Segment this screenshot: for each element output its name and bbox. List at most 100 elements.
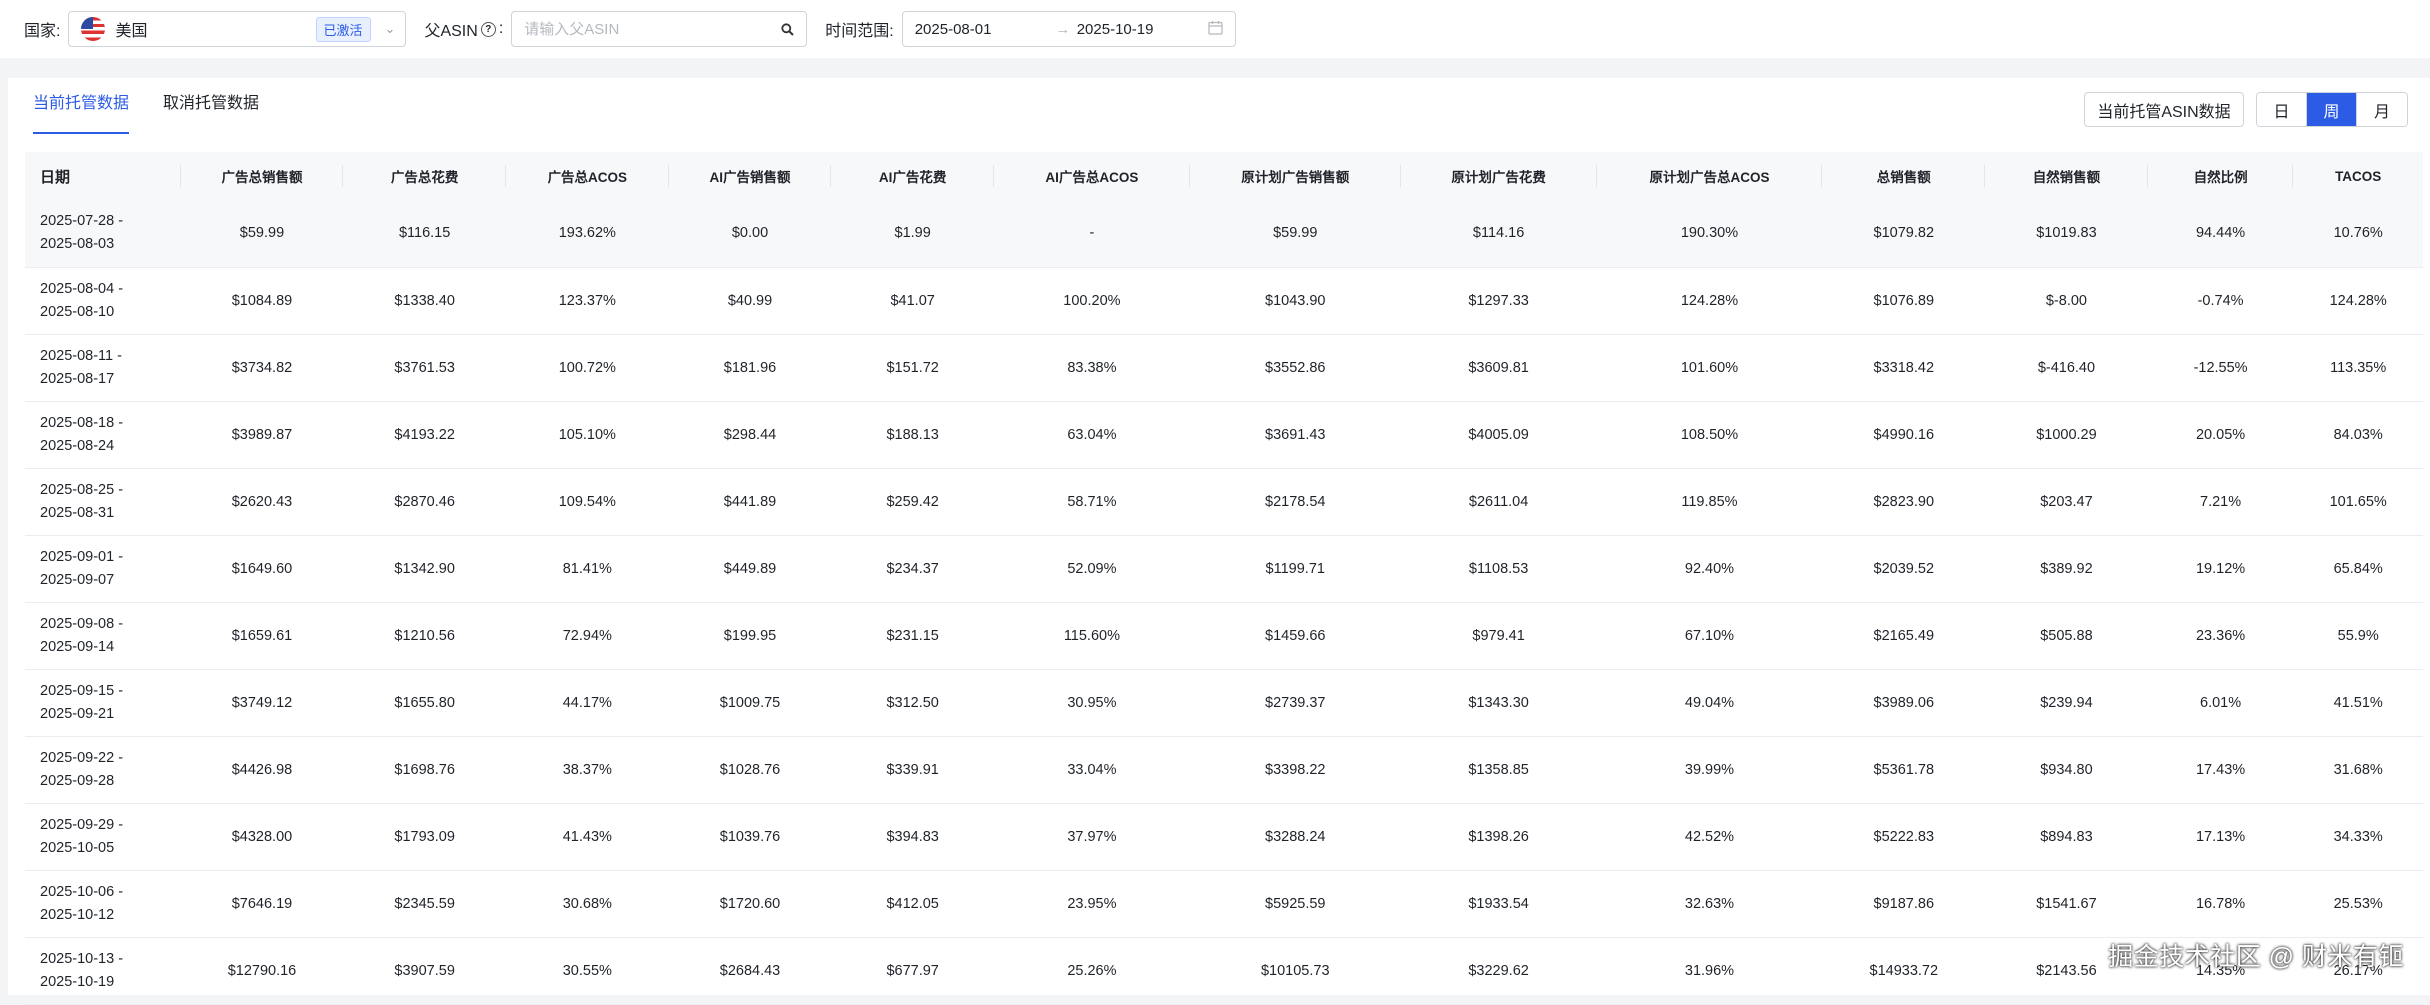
table-row: 2025-08-18 - 2025-08-24 $3989.87 $4193.22 1… bbox=[25, 401, 2423, 469]
table-cell: 23.36% bbox=[2147, 602, 2294, 670]
country-select[interactable]: 美国 已激活 ⌄ bbox=[68, 11, 407, 47]
table-cell: $505.88 bbox=[1985, 602, 2148, 670]
tab-current-managed[interactable]: 当前托管数据 bbox=[33, 78, 130, 134]
table-cell: $3761.53 bbox=[343, 334, 506, 402]
table-cell: $1039.76 bbox=[668, 803, 832, 871]
date-end[interactable]: 2025-10-19 bbox=[1077, 21, 1208, 38]
tab-cancelled-managed[interactable]: 取消托管数据 bbox=[163, 78, 259, 134]
table-cell: 190.30% bbox=[1596, 200, 1823, 268]
parent-asin-label: 父ASIN ? : bbox=[424, 17, 503, 41]
table-cell: $114.16 bbox=[1400, 200, 1597, 268]
table-cell: 16.78% bbox=[2147, 870, 2294, 938]
table-cell: 41.51% bbox=[2293, 669, 2423, 737]
date-cell: 2025-08-25 - 2025-08-31 bbox=[25, 468, 181, 536]
table-cell: $1655.80 bbox=[343, 669, 506, 737]
table-cell: $1210.56 bbox=[343, 602, 506, 670]
table-cell: 32.63% bbox=[1596, 870, 1823, 938]
table-cell: $979.41 bbox=[1400, 602, 1597, 670]
table-cell: $3691.43 bbox=[1189, 401, 1401, 469]
table-cell: $4328.00 bbox=[180, 803, 344, 871]
table-cell: 81.41% bbox=[505, 535, 669, 603]
date-cell: 2025-09-29 - 2025-10-05 bbox=[25, 803, 181, 871]
date-start[interactable]: 2025-08-01 bbox=[915, 21, 1049, 38]
table-cell: - bbox=[994, 200, 1190, 268]
table-cell: $894.83 bbox=[1985, 803, 2148, 871]
table-cell: 108.50% bbox=[1596, 401, 1823, 469]
current-asin-data-button[interactable]: 当前托管ASIN数据 bbox=[2084, 92, 2244, 127]
table-cell: 63.04% bbox=[994, 401, 1190, 469]
parent-asin-input[interactable] bbox=[524, 20, 782, 38]
table-cell: $3989.87 bbox=[180, 401, 344, 469]
column-header: 广告总花费 bbox=[343, 152, 506, 200]
table-cell: $1000.29 bbox=[1985, 401, 2148, 469]
table-cell: 23.95% bbox=[994, 870, 1190, 938]
period-month-button[interactable]: 月 bbox=[2357, 93, 2407, 126]
table-cell: $199.95 bbox=[668, 602, 832, 670]
table-cell: 72.94% bbox=[505, 602, 669, 670]
table-cell: $151.72 bbox=[831, 334, 994, 402]
table-cell: $1659.61 bbox=[180, 602, 344, 670]
date-cell: 2025-09-08 - 2025-09-14 bbox=[25, 602, 181, 670]
table-cell: 10.76% bbox=[2293, 200, 2423, 268]
table-cell: 41.43% bbox=[505, 803, 669, 871]
date-range-label: 时间范围: bbox=[825, 23, 894, 40]
table-row: 2025-09-15 - 2025-09-21 $3749.12 $1655.80 4… bbox=[25, 669, 2423, 737]
table-cell: -0.74% bbox=[2147, 267, 2294, 335]
table-cell: 123.37% bbox=[505, 267, 669, 335]
table-cell: $59.99 bbox=[1189, 200, 1401, 268]
period-week-button[interactable]: 周 bbox=[2307, 93, 2357, 126]
date-cell: 2025-09-01 - 2025-09-07 bbox=[25, 535, 181, 603]
search-icon[interactable] bbox=[781, 22, 794, 36]
table-cell: $1019.83 bbox=[1985, 200, 2148, 268]
date-range-picker[interactable]: 2025-08-01 → 2025-10-19 bbox=[901, 11, 1236, 47]
arrow-right-icon: → bbox=[1055, 20, 1071, 38]
table-cell: $1076.89 bbox=[1822, 267, 1986, 335]
table-cell: $1009.75 bbox=[668, 669, 832, 737]
table-cell: 33.04% bbox=[994, 736, 1190, 804]
table-cell: 17.43% bbox=[2147, 736, 2294, 804]
table-cell: $2870.46 bbox=[343, 468, 506, 536]
table-cell: $3398.22 bbox=[1189, 736, 1401, 804]
table-cell: $1.99 bbox=[831, 200, 994, 268]
table-cell: $1108.53 bbox=[1400, 535, 1597, 603]
table-cell: $0.00 bbox=[668, 200, 832, 268]
table-cell: 193.62% bbox=[505, 200, 669, 268]
help-icon[interactable]: ? bbox=[480, 21, 496, 37]
table-cell: $441.89 bbox=[668, 468, 832, 536]
date-cell: 2025-07-28 - 2025-08-03 bbox=[25, 200, 181, 268]
table-cell: $389.92 bbox=[1985, 535, 2148, 603]
country-value: 美国 bbox=[115, 23, 148, 40]
table-cell: $1698.76 bbox=[343, 736, 506, 804]
table-cell: 101.65% bbox=[2293, 468, 2423, 536]
table-cell: $1028.76 bbox=[668, 736, 832, 804]
table-cell: $9187.86 bbox=[1822, 870, 1986, 938]
column-header: 自然比例 bbox=[2147, 152, 2294, 200]
table-cell: 119.85% bbox=[1596, 468, 1823, 536]
table-cell: 17.13% bbox=[2147, 803, 2294, 871]
table-cell: 115.60% bbox=[994, 602, 1190, 670]
table-cell: $1459.66 bbox=[1189, 602, 1401, 670]
column-header: AI广告销售额 bbox=[668, 152, 832, 200]
table-cell: $4426.98 bbox=[180, 736, 344, 804]
table-cell: $2823.90 bbox=[1822, 468, 1986, 536]
table-cell: 94.44% bbox=[2147, 200, 2294, 268]
table-cell: $1043.90 bbox=[1189, 267, 1401, 335]
table-cell: $2178.54 bbox=[1189, 468, 1401, 536]
table-cell: 49.04% bbox=[1596, 669, 1823, 737]
table-cell: 58.71% bbox=[994, 468, 1190, 536]
table-cell: 37.97% bbox=[994, 803, 1190, 871]
data-table-container: 日期 广告总销售额 广告总花费 广告总ACOS AI广告销售额 AI广告花费 AI广告总AC… bbox=[25, 152, 2423, 1005]
table-row: 2025-08-25 - 2025-08-31 $2620.43 $2870.46 1… bbox=[25, 468, 2423, 536]
table-cell: $1342.90 bbox=[343, 535, 506, 603]
column-header: 总销售额 bbox=[1822, 152, 1986, 200]
table-cell: $298.44 bbox=[668, 401, 832, 469]
table-cell: $934.80 bbox=[1985, 736, 2148, 804]
calendar-icon[interactable] bbox=[1208, 20, 1223, 39]
table-row: 2025-07-28 - 2025-08-03 $59.99 $116.15 193.… bbox=[25, 200, 2423, 268]
table-cell: 100.20% bbox=[994, 267, 1190, 335]
column-header: 自然销售额 bbox=[1985, 152, 2148, 200]
period-day-button[interactable]: 日 bbox=[2257, 93, 2307, 126]
table-cell: $3288.24 bbox=[1189, 803, 1401, 871]
table-cell: $2165.49 bbox=[1822, 602, 1986, 670]
table-cell: $203.47 bbox=[1985, 468, 2148, 536]
